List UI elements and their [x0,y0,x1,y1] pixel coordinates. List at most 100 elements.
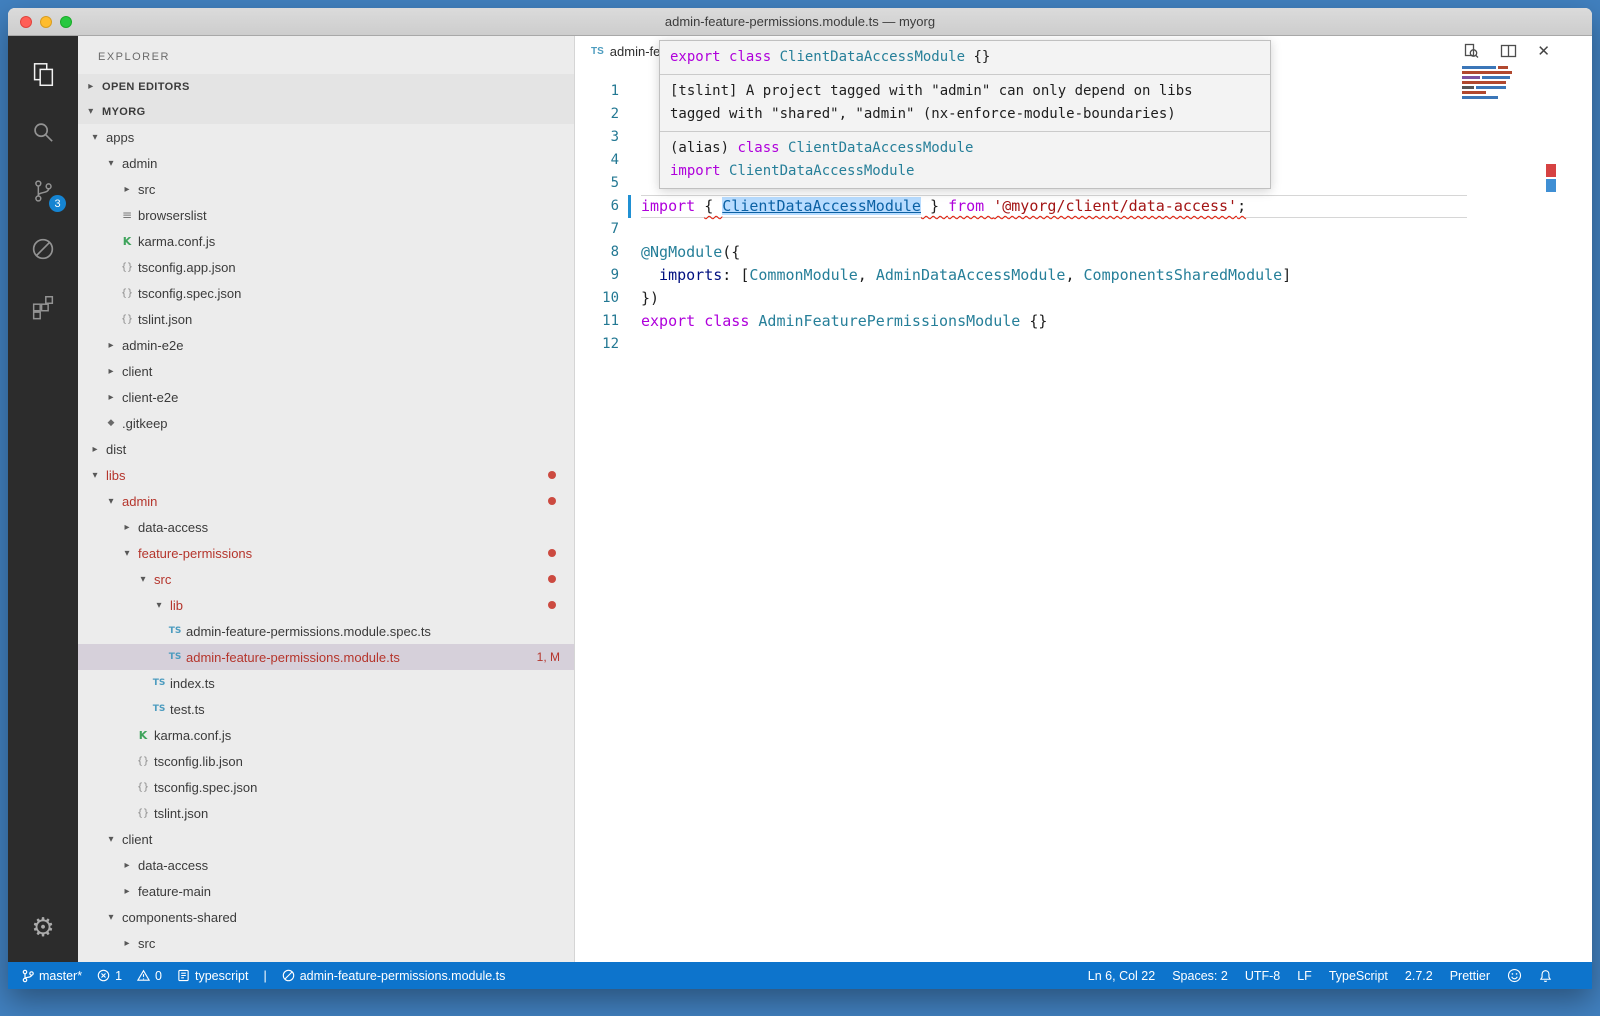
tree-item-tsconfig.spec.json[interactable]: {}tsconfig.spec.json [78,280,574,306]
split-editor-icon[interactable] [1500,43,1517,60]
status-item-label: Prettier [1450,969,1490,983]
error-count[interactable]: 1 [97,969,122,983]
code-token: , [858,266,876,284]
tree-item-label: index.ts [170,676,215,691]
tree-item-admin-e2e[interactable]: ▸admin-e2e [78,332,574,358]
active-file-status[interactable]: admin-feature-permissions.module.ts [282,969,506,983]
tree-item-label: client [122,832,152,847]
code-line-8[interactable]: 8@NgModule({ [575,241,1592,264]
activity-item-extensions[interactable] [8,278,78,336]
tree-item-src[interactable]: ▸src [78,176,574,202]
notifications[interactable] [1539,969,1552,983]
close-editor-icon[interactable]: ✕ [1537,42,1550,60]
line-number: 8 [575,241,619,264]
open-changes-icon[interactable] [1463,43,1480,60]
prettier-status[interactable]: Prettier [1450,969,1490,983]
tree-item-feature-permissions[interactable]: ▾feature-permissions [78,540,574,566]
activity-item-source-control[interactable]: 3 [8,162,78,220]
tree-item-client[interactable]: ▾client [78,826,574,852]
open-editors-label: OPEN EDITORS [102,81,190,93]
chevron-right-icon: ▸ [104,366,118,377]
tree-item-label: karma.conf.js [138,234,215,249]
tree-item-label: dist [106,442,126,457]
tree-item-components-shared[interactable]: ▾components-shared [78,904,574,930]
symbol-link[interactable]: ClientDataAccessModule [722,197,921,215]
tree-item-karma.conf.js[interactable]: Kkarma.conf.js [78,722,574,748]
typescript-version[interactable]: 2.7.2 [1405,969,1433,983]
activity-item-debug[interactable] [8,220,78,278]
git-branch-status[interactable]: master* [22,969,82,983]
tree-item-karma.conf.js[interactable]: Kkarma.conf.js [78,228,574,254]
close-window-button[interactable] [20,16,32,28]
tree-item-browserslist[interactable]: ≡browserslist [78,202,574,228]
warning-count[interactable]: 0 [137,969,162,983]
chevron-down-icon: ▾ [120,548,134,559]
root-folder-header[interactable]: ▾ MYORG [78,99,574,124]
code-line-12[interactable]: 12 [575,333,1592,356]
tree-item-tsconfig.spec.json[interactable]: {}tsconfig.spec.json [78,774,574,800]
tree-item-label: src [138,182,155,197]
activity-item-explorer[interactable] [8,46,78,104]
line-number: 9 [575,264,619,287]
open-editors-header[interactable]: ▸ OPEN EDITORS [78,74,574,99]
modified-marker [1546,179,1556,192]
line-number: 1 [575,80,619,103]
tree-item-admin[interactable]: ▾admin [78,150,574,176]
tree-item-data-access[interactable]: ▸data-access [78,852,574,878]
tree-item-tslint.json[interactable]: {}tslint.json [78,800,574,826]
tree-item-tsconfig.app.json[interactable]: {}tsconfig.app.json [78,254,574,280]
code-token: { [704,197,722,215]
tree-item-tslint.json[interactable]: {}tslint.json [78,306,574,332]
language-mode[interactable]: TypeScript [1329,969,1388,983]
settings-gear-icon[interactable]: ⚙ [8,900,78,954]
tslint-language-status[interactable]: typescript [177,969,249,983]
indentation[interactable]: Spaces: 2 [1172,969,1228,983]
code-line-11[interactable]: 11export class AdminFeaturePermissionsMo… [575,310,1592,333]
feedback[interactable] [1507,968,1522,983]
chevron-down-icon: ▾ [104,912,118,923]
tree-item-label: tsconfig.spec.json [154,780,257,795]
tree-item-client[interactable]: ▸client [78,358,574,384]
tree-item-src[interactable]: ▾src [78,566,574,592]
code-line-9[interactable]: 9 imports: [CommonModule, AdminDataAcces… [575,264,1592,287]
zoom-window-button[interactable] [60,16,72,28]
minimap[interactable] [1462,66,1532,101]
code-token: (alias) [670,140,737,156]
code-token: @NgModule [641,243,722,261]
tree-item-apps[interactable]: ▾apps [78,124,574,150]
code-token: class [704,312,758,330]
tree-item-feature-main[interactable]: ▸feature-main [78,878,574,904]
status-right: Ln 6, Col 22 Spaces: 2 UTF-8 LF TypeScript 2.… [1088,968,1552,983]
code-token: ] [1282,266,1291,284]
json-file-icon: {} [120,262,134,273]
activity-bar: 3 ⚙ [8,36,78,962]
eol-sequence[interactable]: LF [1297,969,1312,983]
activity-item-search[interactable] [8,104,78,162]
code-line-10[interactable]: 10}) [575,287,1592,310]
file-tree: ▾apps▾admin▸src≡browserslistKkarma.conf.… [78,124,574,962]
tree-item-test.ts[interactable]: TStest.ts [78,696,574,722]
tree-item-libs[interactable]: ▾libs [78,462,574,488]
tree-item-lib[interactable]: ▾lib [78,592,574,618]
tree-item-client-e2e[interactable]: ▸client-e2e [78,384,574,410]
code-line-6[interactable]: 6import { ClientDataAccessModule } from … [575,195,1592,218]
json-file-icon: {} [120,288,134,299]
tree-item-admin[interactable]: ▾admin [78,488,574,514]
encoding[interactable]: UTF-8 [1245,969,1280,983]
tree-item-src[interactable]: ▸src [78,930,574,956]
line-number: 11 [575,310,619,333]
tree-item-admin-feature-permissions.module.spec.ts[interactable]: TSadmin-feature-permissions.module.spec.… [78,618,574,644]
tree-item-tsconfig.lib.json[interactable]: {}tsconfig.lib.json [78,748,574,774]
tree-item-dist[interactable]: ▸dist [78,436,574,462]
code-line-7[interactable]: 7 [575,218,1592,241]
cursor-position[interactable]: Ln 6, Col 22 [1088,969,1155,983]
tree-item-admin-feature-permissions.module.ts[interactable]: TSadmin-feature-permissions.module.ts1, … [78,644,574,670]
minimize-window-button[interactable] [40,16,52,28]
tree-item-data-access[interactable]: ▸data-access [78,514,574,540]
tree-item-.gitkeep[interactable]: ◆.gitkeep [78,410,574,436]
hover-alias-info: (alias) class ClientDataAccessModuleimpo… [660,131,1270,188]
tree-item-index.ts[interactable]: TSindex.ts [78,670,574,696]
chevron-down-icon: ▾ [152,600,166,611]
editor-actions: ✕ [1463,36,1550,66]
code-token: ; [1237,197,1246,215]
